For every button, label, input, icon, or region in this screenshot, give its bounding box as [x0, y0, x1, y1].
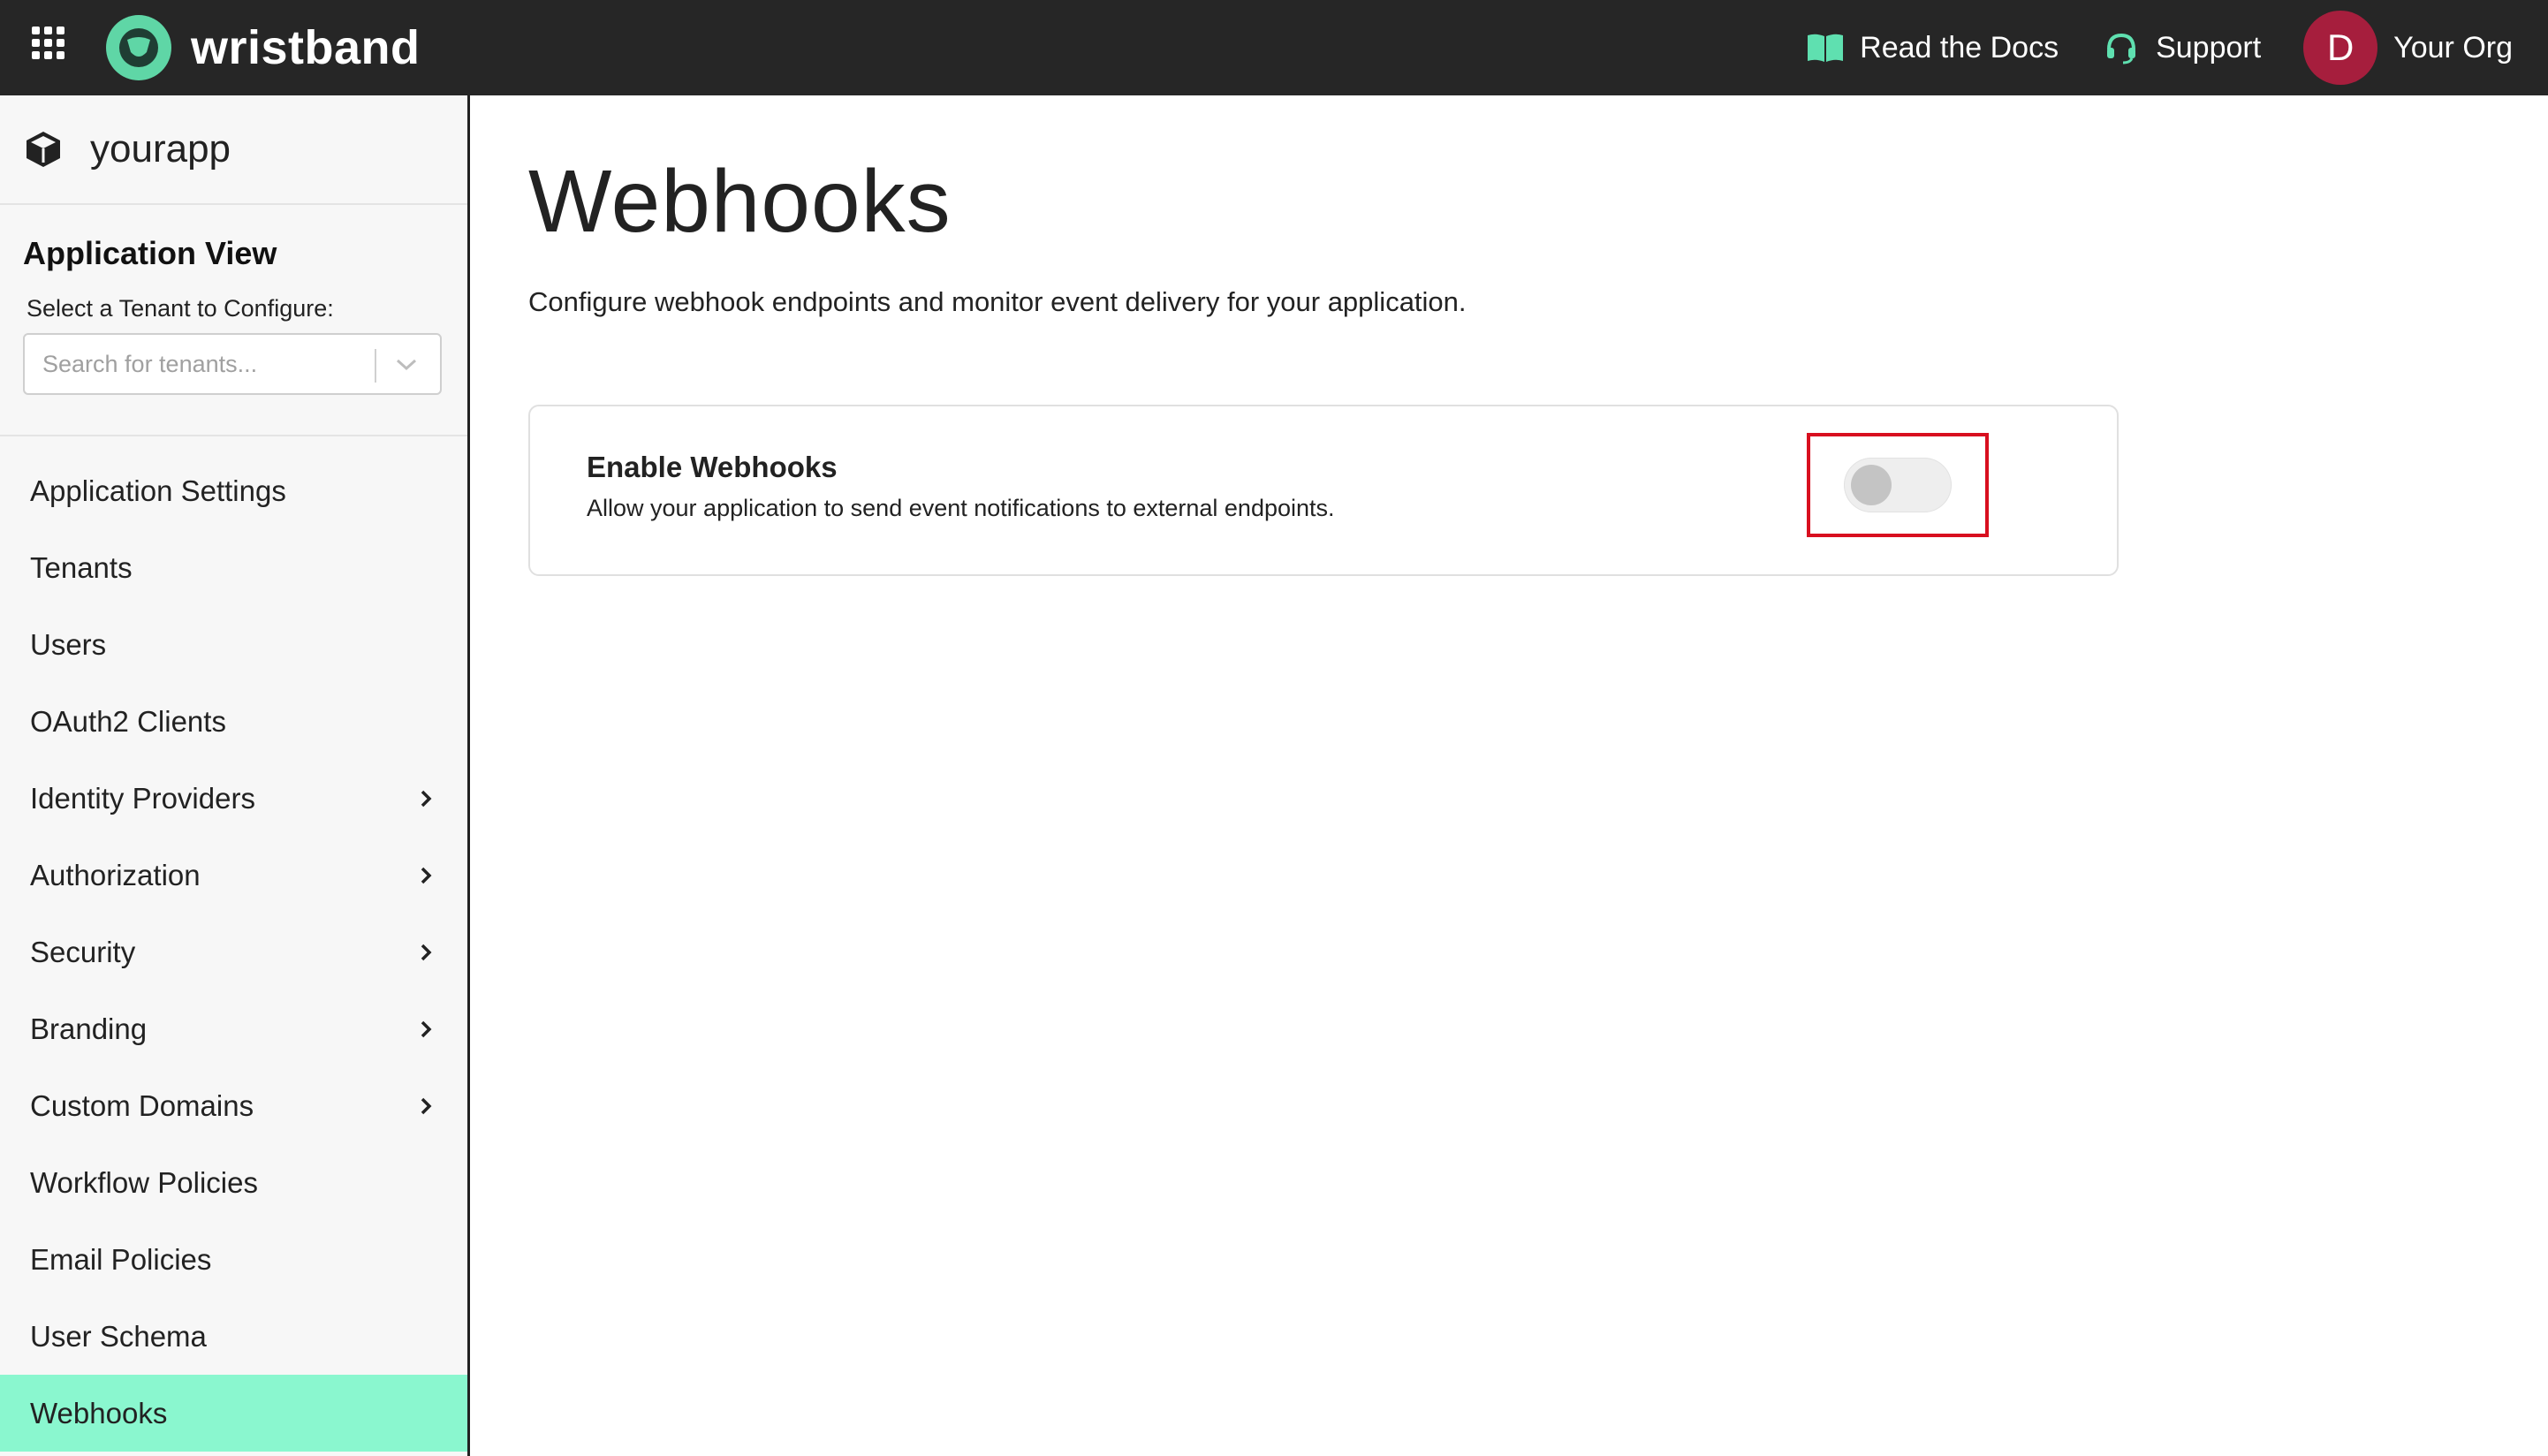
sidebar-item-workflow-policies[interactable]: Workflow Policies	[0, 1144, 467, 1221]
read-docs-label: Read the Docs	[1860, 30, 2059, 64]
chevron-right-icon	[414, 941, 437, 964]
sidebar-item-label: Security	[30, 935, 136, 968]
sidebar-item-authorization[interactable]: Authorization	[0, 837, 467, 914]
page-title: Webhooks	[528, 152, 952, 251]
card-subtitle: Allow your application to send event not…	[587, 495, 1335, 521]
sidebar-item-label: Tenants	[30, 550, 133, 584]
chevron-right-icon	[414, 787, 437, 810]
org-name[interactable]: Your Org	[2393, 31, 2513, 65]
support-label: Support	[2156, 30, 2262, 64]
sidebar-item-application-settings[interactable]: Application Settings	[0, 452, 467, 529]
sidebar-item-label: Email Policies	[30, 1242, 212, 1276]
tenant-search-input[interactable]	[25, 337, 378, 391]
sidebar-item-security[interactable]: Security	[0, 914, 467, 990]
sidebar-item-label: Branding	[30, 1012, 148, 1045]
sidebar-item-identity-providers[interactable]: Identity Providers	[0, 760, 467, 837]
toggle-knob	[1851, 465, 1892, 505]
sidebar-item-label: Custom Domains	[30, 1088, 254, 1122]
brand-name: wristband	[191, 21, 421, 74]
sidebar-item-label: Users	[30, 627, 107, 661]
sidebar-item-oauth2-clients[interactable]: OAuth2 Clients	[0, 683, 467, 760]
sidebar-nav: Application Settings Tenants Users OAuth…	[0, 436, 467, 1452]
sidebar-item-users[interactable]: Users	[0, 606, 467, 683]
chevron-down-icon[interactable]	[391, 349, 422, 381]
sidebar-item-branding[interactable]: Branding	[0, 990, 467, 1067]
main-content: Webhooks Configure webhook endpoints and…	[528, 95, 2119, 576]
support-link[interactable]: Support	[2101, 27, 2261, 68]
sidebar-item-label: User Schema	[30, 1319, 207, 1353]
sidebar-item-webhooks[interactable]: Webhooks	[0, 1375, 467, 1452]
brand-logo[interactable]: wristband	[106, 9, 421, 87]
chevron-right-icon	[414, 1095, 437, 1118]
page-description: Configure webhook endpoints and monitor …	[528, 286, 1467, 317]
read-docs-link[interactable]: Read the Docs	[1805, 27, 2059, 68]
sidebar-item-label: Workflow Policies	[30, 1165, 258, 1199]
chevron-right-icon	[414, 1018, 437, 1041]
toggle-highlight-box	[1807, 433, 1989, 537]
sidebar-item-email-policies[interactable]: Email Policies	[0, 1221, 467, 1298]
headset-icon	[2101, 27, 2142, 68]
tenant-select-label: Select a Tenant to Configure:	[27, 295, 334, 322]
cube-icon	[23, 129, 64, 170]
wristband-logo-icon	[106, 15, 171, 80]
application-view-section: Application View Select a Tenant to Conf…	[0, 205, 467, 436]
book-icon	[1805, 27, 1846, 68]
tenant-select[interactable]	[23, 333, 442, 395]
sidebar-item-label: OAuth2 Clients	[30, 704, 226, 738]
select-divider	[375, 349, 376, 383]
enable-webhooks-toggle[interactable]	[1844, 458, 1952, 512]
sidebar-item-label: Application Settings	[30, 474, 286, 507]
sidebar-item-label: Webhooks	[30, 1396, 168, 1429]
sidebar-item-label: Authorization	[30, 858, 201, 891]
user-avatar[interactable]: D	[2303, 11, 2378, 85]
app-launcher-icon[interactable]	[32, 27, 65, 60]
top-bar: wristband Read the Docs Support D Your O…	[0, 0, 2548, 95]
app-name: yourapp	[90, 127, 231, 171]
enable-webhooks-card: Enable Webhooks Allow your application t…	[528, 405, 2119, 576]
sidebar-item-user-schema[interactable]: User Schema	[0, 1298, 467, 1375]
sidebar-item-tenants[interactable]: Tenants	[0, 529, 467, 606]
sidebar-item-custom-domains[interactable]: Custom Domains	[0, 1067, 467, 1144]
app-header[interactable]: yourapp	[0, 95, 467, 205]
sidebar: yourapp Application View Select a Tenant…	[0, 95, 470, 1456]
section-title: Application View	[23, 235, 277, 271]
chevron-right-icon	[414, 864, 437, 887]
sidebar-item-label: Identity Providers	[30, 781, 255, 815]
card-title: Enable Webhooks	[587, 451, 838, 483]
